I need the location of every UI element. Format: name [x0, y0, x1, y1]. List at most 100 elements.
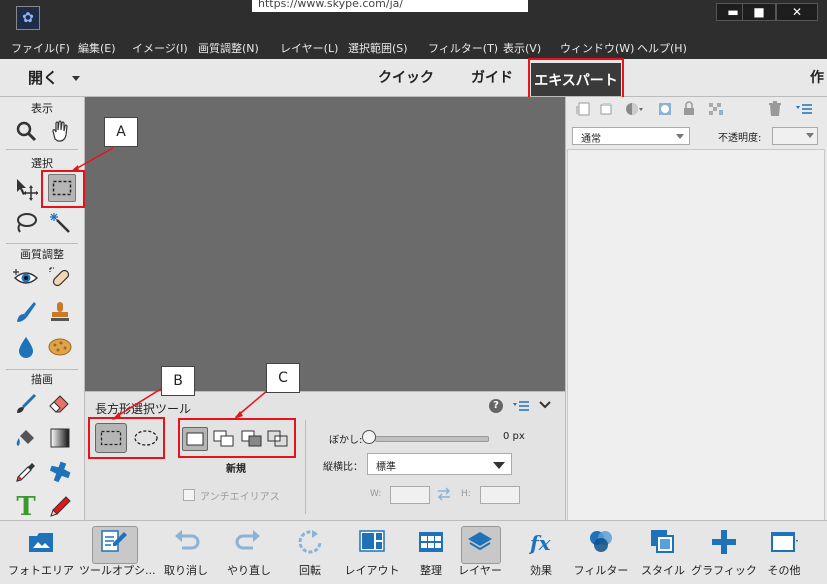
- eyedropper-tool-icon[interactable]: [12, 458, 40, 486]
- redo-icon: [235, 530, 260, 550]
- menu-edit[interactable]: 編集(E): [78, 40, 116, 56]
- photo-bin-icon: [29, 533, 53, 552]
- sponge-tool-icon[interactable]: [46, 333, 74, 361]
- chevron-down-icon[interactable]: [72, 76, 80, 81]
- redo-label: やり直し: [227, 564, 271, 577]
- paint-bucket-tool-icon[interactable]: [12, 424, 40, 452]
- tab-create[interactable]: 作: [810, 67, 824, 87]
- swap-dimensions-icon[interactable]: [436, 486, 452, 505]
- menu-help[interactable]: ヘルプ(H): [637, 40, 687, 56]
- menu-layer[interactable]: レイヤー(L): [280, 40, 338, 56]
- callout-a: A: [104, 117, 138, 147]
- open-button[interactable]: 開く: [28, 67, 58, 88]
- move-tool-icon[interactable]: [12, 175, 40, 203]
- new-layer-icon[interactable]: [576, 102, 590, 119]
- antialias-label: アンチエイリアス: [200, 492, 280, 503]
- styles-label: スタイル: [641, 564, 685, 577]
- menu-file[interactable]: ファイル(F): [11, 40, 70, 56]
- callout-b: B: [161, 366, 195, 396]
- red-eye-tool-icon[interactable]: [12, 264, 40, 292]
- styles-icon: [651, 530, 674, 553]
- type-tool-icon[interactable]: T: [12, 492, 40, 522]
- svg-text:fx: fx: [528, 531, 552, 555]
- lock-icon[interactable]: [683, 101, 695, 119]
- styles-button[interactable]: スタイル: [628, 524, 698, 580]
- graphics-icon: [712, 530, 736, 554]
- layers-icon: [468, 532, 492, 551]
- trash-icon[interactable]: [768, 101, 782, 119]
- custom-shape-tool-icon[interactable]: [46, 458, 74, 486]
- height-label: H:: [461, 489, 471, 499]
- tool-options-label: ツールオプシ...: [79, 564, 156, 577]
- blend-mode-value: 通常: [581, 134, 601, 145]
- hand-tool-icon[interactable]: [46, 117, 74, 145]
- clone-stamp-tool-icon[interactable]: [46, 298, 74, 326]
- blur-tool-icon[interactable]: [12, 333, 40, 361]
- menu-filter[interactable]: フィルター(T): [428, 40, 498, 56]
- menu-window[interactable]: ウィンドウ(W): [560, 40, 634, 56]
- menu-enhance[interactable]: 画質調整(N): [198, 40, 259, 56]
- height-input[interactable]: [480, 486, 520, 504]
- lasso-tool-icon[interactable]: [12, 209, 40, 237]
- panel-menu-icon[interactable]: [796, 103, 812, 118]
- zoom-tool-icon[interactable]: [12, 117, 40, 145]
- spot-healing-tool-icon[interactable]: [46, 264, 74, 292]
- width-input[interactable]: [390, 486, 430, 504]
- menu-image[interactable]: イメージ(I): [132, 40, 188, 56]
- tab-guided[interactable]: ガイド: [471, 67, 513, 87]
- organizer-icon: [419, 532, 443, 552]
- more-button[interactable]: その他: [749, 524, 819, 580]
- aspect-ratio-label: 縦横比：: [323, 462, 363, 473]
- toolbox-enhance-heading: 画質調整: [20, 248, 64, 261]
- blend-mode-select[interactable]: 通常: [572, 127, 690, 145]
- options-title: 長方形選択ツール: [95, 402, 192, 416]
- marquee-shape-highlight: [88, 417, 165, 459]
- chevron-down-icon[interactable]: [539, 400, 551, 413]
- undo-button[interactable]: 取り消し: [151, 524, 221, 580]
- aspect-ratio-select[interactable]: 標準: [367, 453, 512, 475]
- menu-select[interactable]: 選択範囲(S): [348, 40, 408, 56]
- redo-button[interactable]: やり直し: [214, 524, 284, 580]
- filters-icon: [590, 531, 612, 552]
- layer-mask-icon[interactable]: [658, 102, 672, 119]
- lock-transparency-icon[interactable]: [708, 102, 724, 119]
- toolbox: 表示 選択 画質調整 描画 T: [0, 97, 85, 522]
- tool-options-button[interactable]: ツールオプシ...: [79, 524, 156, 580]
- adjustment-layer-icon[interactable]: [625, 102, 643, 119]
- antialias-checkbox[interactable]: [183, 489, 195, 501]
- layers-list[interactable]: [567, 149, 825, 521]
- tab-quick[interactable]: クイック: [378, 67, 434, 87]
- chevron-down-icon: [676, 134, 684, 139]
- expert-tab-highlight: [528, 58, 624, 100]
- new-group-icon[interactable]: [599, 102, 613, 119]
- callout-c: C: [266, 363, 300, 393]
- help-icon[interactable]: ?: [489, 399, 503, 413]
- menu-bar: ファイル(F) 編集(E) イメージ(I) 画質調整(N) レイヤー(L) 選択…: [0, 37, 827, 59]
- maximize-button[interactable]: ■: [742, 3, 776, 21]
- close-button[interactable]: ✕: [776, 3, 818, 21]
- rotate-icon: [298, 530, 322, 554]
- filters-button[interactable]: フィルター: [566, 524, 636, 580]
- rotate-label: 回転: [299, 564, 321, 577]
- magic-wand-tool-icon[interactable]: [46, 209, 74, 237]
- feather-slider-track[interactable]: [375, 436, 489, 442]
- brush-tool-icon[interactable]: [12, 390, 40, 418]
- smart-brush-tool-icon[interactable]: [12, 298, 40, 326]
- gradient-tool-icon[interactable]: [46, 424, 74, 452]
- opacity-input[interactable]: [772, 127, 818, 145]
- chevron-down-icon: [806, 133, 814, 138]
- effects-icon: fx: [528, 531, 552, 555]
- rotate-button[interactable]: 回転: [275, 524, 345, 580]
- undo-label: 取り消し: [164, 564, 208, 577]
- layers-button[interactable]: レイヤー: [445, 524, 515, 580]
- feather-slider-thumb[interactable]: [362, 430, 376, 444]
- feather-value: 0 px: [503, 431, 525, 442]
- eraser-tool-icon[interactable]: [46, 390, 74, 418]
- document-canvas[interactable]: [85, 97, 565, 391]
- marquee-tool-highlight: [41, 170, 85, 208]
- undo-icon: [175, 530, 200, 550]
- panel-menu-icon[interactable]: [513, 400, 529, 415]
- photo-bin-button[interactable]: フォトエリア: [6, 524, 76, 580]
- pencil-tool-icon[interactable]: [46, 493, 74, 521]
- menu-view[interactable]: 表示(V): [503, 40, 541, 56]
